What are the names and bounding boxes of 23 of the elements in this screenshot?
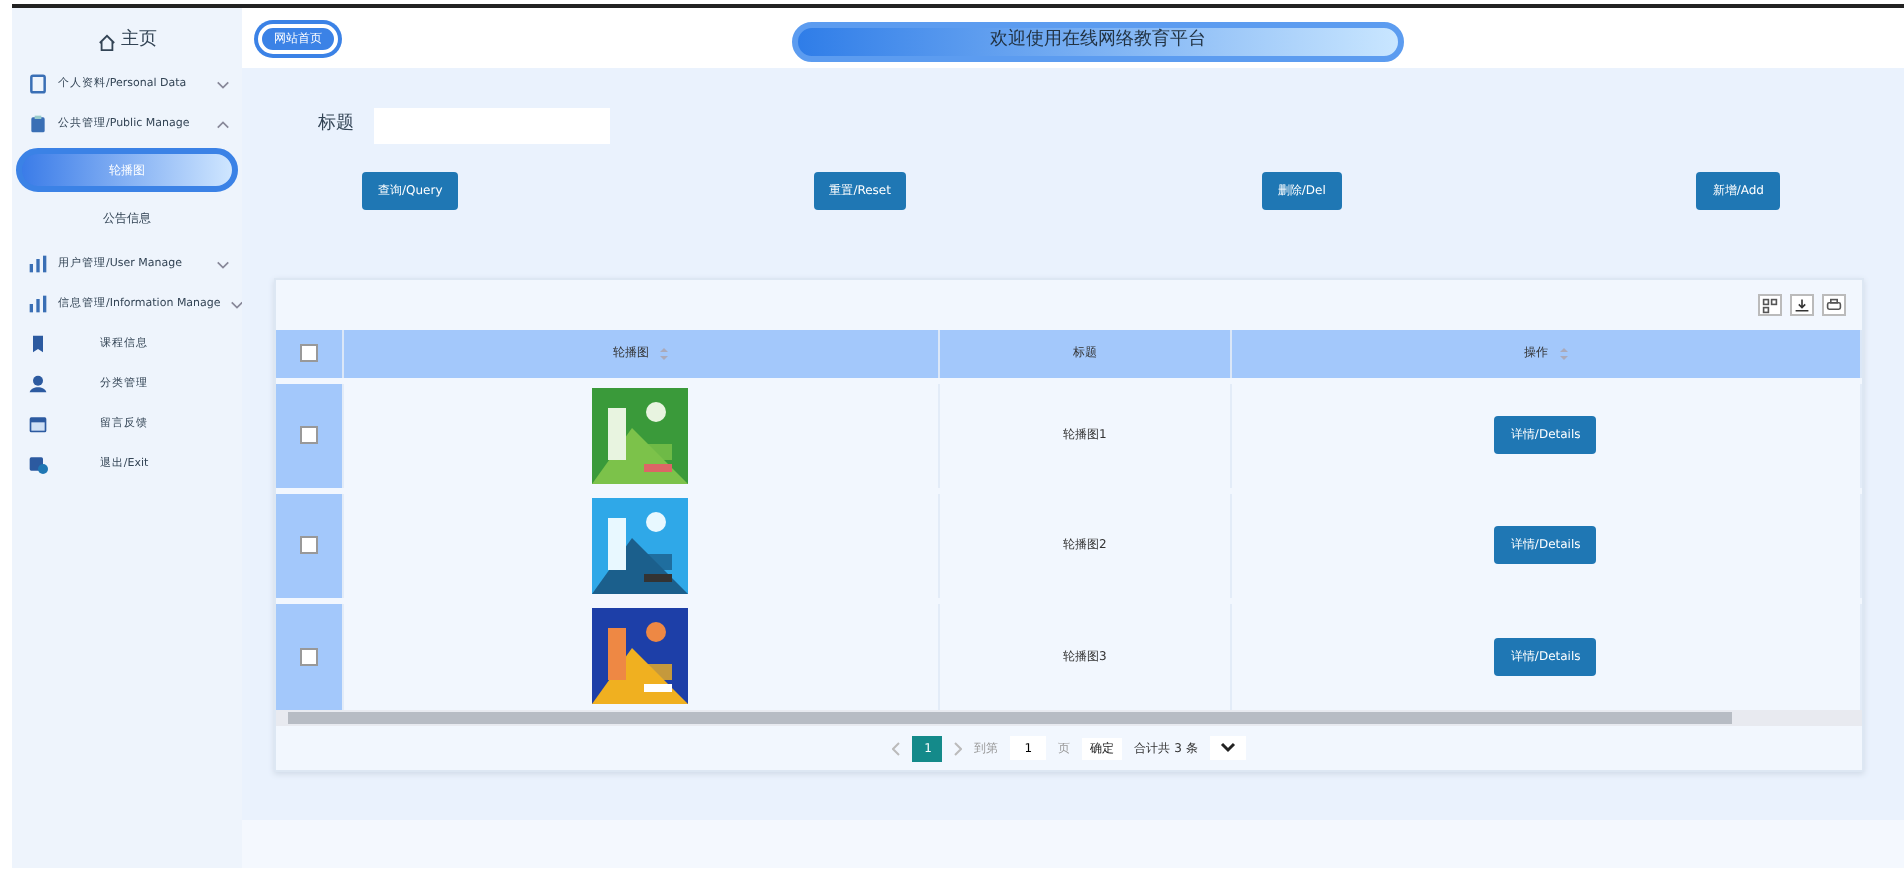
row-checkbox[interactable]: [299, 535, 318, 554]
chevron-down-icon: [1219, 738, 1236, 755]
clipboard-icon: [28, 114, 48, 134]
page-title: 欢迎使用在线网络教育平台: [792, 22, 1404, 62]
columns-icon[interactable]: [1758, 294, 1782, 316]
person-icon: [28, 374, 48, 394]
horizontal-scrollbar[interactable]: [276, 710, 1862, 726]
calendar-icon: [28, 414, 48, 434]
bar-chart-icon: [28, 254, 48, 274]
select-all-checkbox[interactable]: [299, 344, 318, 363]
bookmark-icon: [28, 334, 48, 354]
download-icon[interactable]: [1790, 294, 1814, 316]
row-checkbox[interactable]: [299, 425, 318, 444]
print-icon[interactable]: [1822, 294, 1846, 316]
row-checkbox[interactable]: [299, 647, 318, 666]
field-label: 标题: [318, 112, 354, 139]
document-icon: [28, 74, 48, 94]
home-link[interactable]: 主页: [12, 20, 242, 64]
home-icon: [97, 33, 115, 51]
page-size-select[interactable]: [1209, 736, 1246, 760]
next-page-icon[interactable]: [954, 741, 963, 755]
bar-chart-icon: [28, 294, 48, 314]
prev-page-icon[interactable]: [892, 741, 901, 755]
